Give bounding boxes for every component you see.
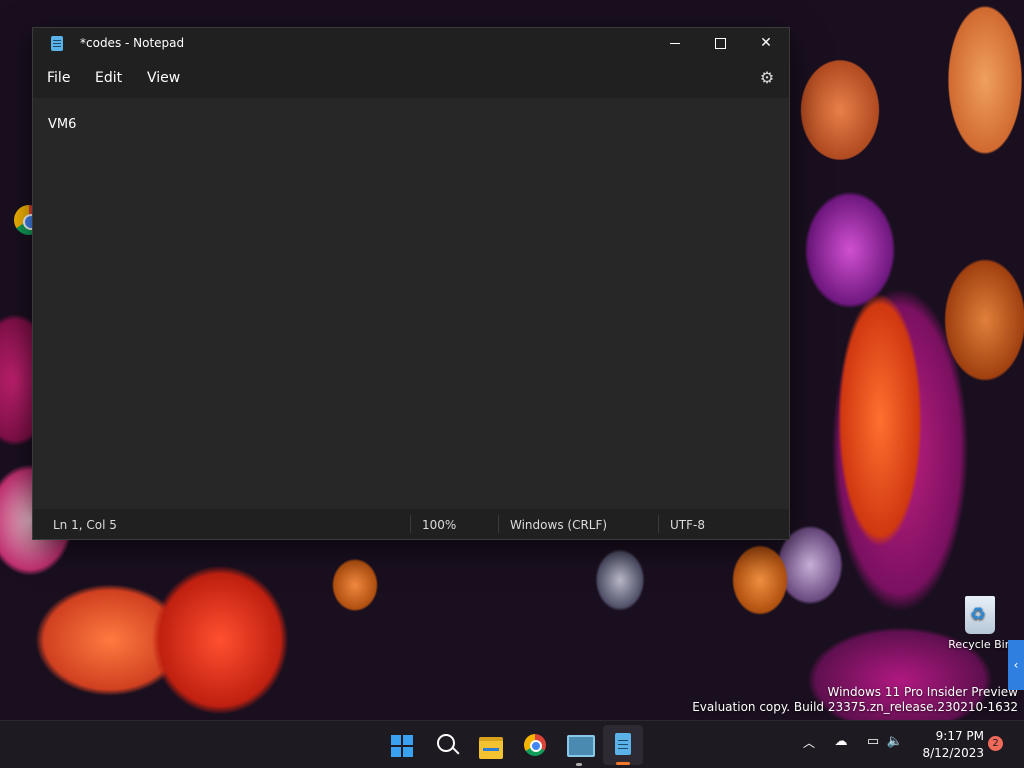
notepad-icon bbox=[615, 733, 631, 755]
running-indicator bbox=[576, 763, 582, 766]
title-bar[interactable]: *codes - Notepad ✕ bbox=[33, 28, 789, 58]
folder-icon bbox=[479, 737, 503, 759]
chrome-icon bbox=[14, 205, 34, 235]
maximize-button[interactable] bbox=[697, 28, 743, 58]
notification-badge[interactable]: 2 bbox=[988, 736, 1003, 751]
chevron-left-icon: ‹ bbox=[1013, 658, 1019, 672]
close-button[interactable]: ✕ bbox=[743, 28, 789, 58]
side-panel-toggle[interactable]: ‹ bbox=[1008, 640, 1024, 690]
os-watermark: Windows 11 Pro Insider Preview Evaluatio… bbox=[692, 685, 1018, 714]
menu-view[interactable]: View bbox=[147, 70, 180, 86]
status-divider bbox=[410, 515, 411, 533]
windows-logo-icon bbox=[391, 735, 413, 757]
menu-file[interactable]: File bbox=[47, 70, 70, 86]
chevron-up-icon: ︿ bbox=[802, 736, 815, 750]
active-indicator bbox=[616, 762, 630, 765]
menu-edit[interactable]: Edit bbox=[95, 70, 122, 86]
status-bar: Ln 1, Col 5 100% Windows (CRLF) UTF-8 bbox=[33, 509, 789, 539]
text-editor[interactable]: VM6 bbox=[33, 98, 789, 509]
notepad-icon bbox=[51, 36, 63, 51]
file-explorer-button[interactable] bbox=[471, 725, 511, 765]
show-hidden-icons-button[interactable]: ︿ bbox=[799, 733, 819, 753]
close-icon: ✕ bbox=[760, 35, 772, 51]
chrome-icon bbox=[524, 734, 546, 756]
menu-bar: File Edit View ⚙ bbox=[33, 58, 789, 98]
chrome-button[interactable] bbox=[515, 725, 555, 765]
maximize-icon bbox=[714, 37, 726, 49]
settings-button[interactable]: ⚙ bbox=[755, 66, 779, 90]
status-divider bbox=[658, 515, 659, 533]
encoding[interactable]: UTF-8 bbox=[670, 518, 705, 532]
clock-time: 9:17 PM bbox=[935, 729, 984, 743]
vm-app-button[interactable] bbox=[559, 725, 599, 766]
network-icon[interactable]: ▭ bbox=[864, 734, 882, 752]
volume-icon[interactable]: 🔈 bbox=[886, 734, 904, 752]
zoom-level[interactable]: 100% bbox=[422, 518, 456, 532]
editor-content: VM6 bbox=[48, 117, 77, 132]
monitor-icon bbox=[567, 735, 595, 757]
gear-icon: ⚙ bbox=[759, 68, 775, 87]
notepad-window: *codes - Notepad ✕ File Edit View ⚙ VM6 … bbox=[32, 27, 790, 540]
clock[interactable]: 9:17 PM 8/12/2023 bbox=[914, 728, 984, 762]
line-ending[interactable]: Windows (CRLF) bbox=[510, 518, 607, 532]
search-button[interactable] bbox=[427, 725, 467, 765]
cursor-position: Ln 1, Col 5 bbox=[53, 518, 117, 532]
recycle-bin-icon bbox=[965, 596, 995, 634]
onedrive-icon[interactable]: ☁ bbox=[832, 734, 850, 752]
desktop-icon-chrome[interactable]: ↗ Go Ch bbox=[0, 205, 34, 235]
search-icon bbox=[437, 734, 455, 752]
window-title: *codes - Notepad bbox=[80, 36, 185, 50]
clock-date: 8/12/2023 bbox=[922, 746, 984, 760]
start-button[interactable] bbox=[382, 725, 422, 765]
notepad-taskbar-button[interactable] bbox=[603, 725, 643, 765]
minimize-icon bbox=[670, 42, 680, 44]
status-divider bbox=[498, 515, 499, 533]
minimize-button[interactable] bbox=[652, 28, 698, 58]
